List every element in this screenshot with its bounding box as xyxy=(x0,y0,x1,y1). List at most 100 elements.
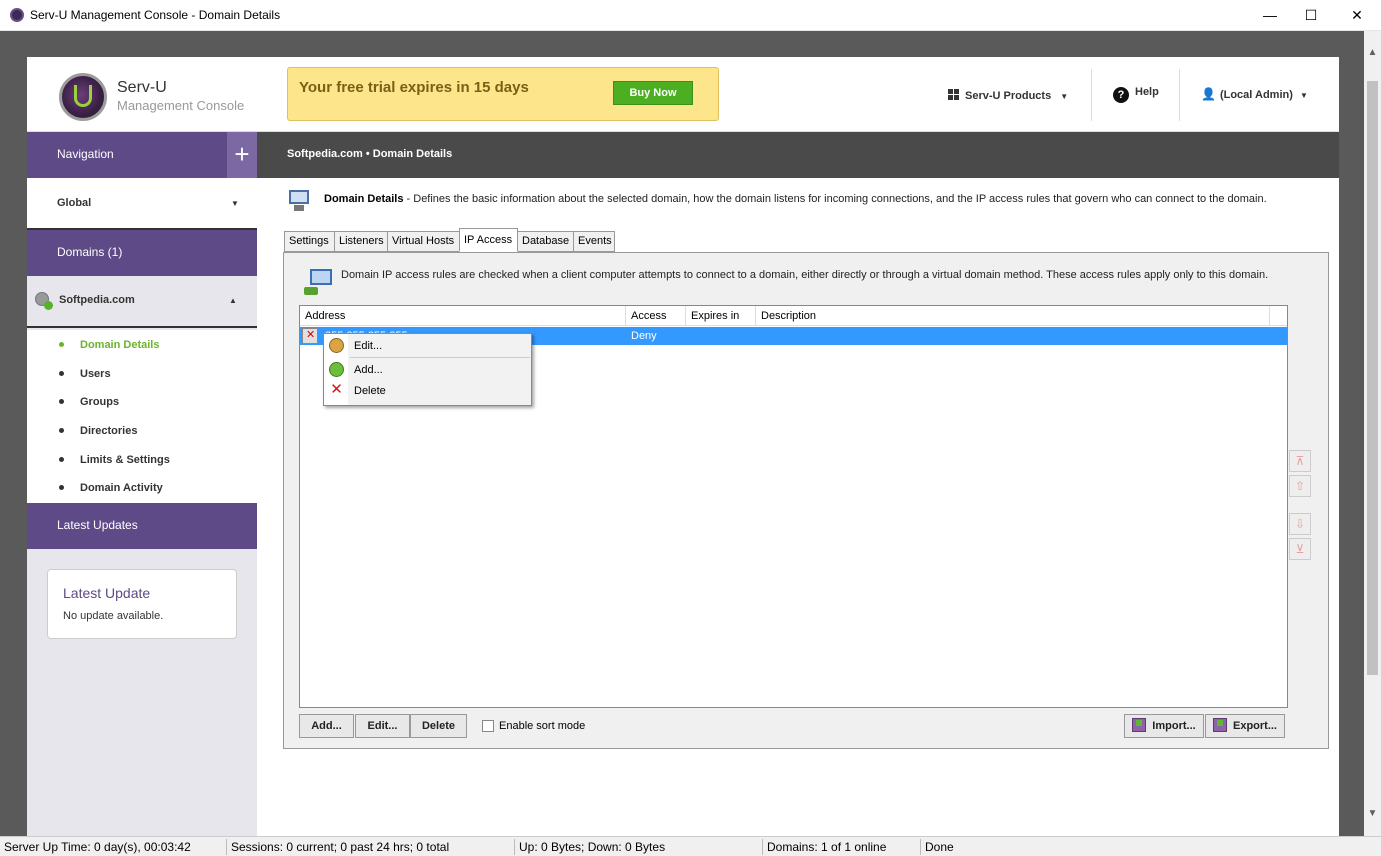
sort-mode-checkbox[interactable] xyxy=(482,720,494,732)
move-top-icon[interactable]: ⊼ xyxy=(1289,450,1311,472)
delete-icon: ✕ xyxy=(330,381,343,398)
bullet-icon xyxy=(59,342,64,347)
latest-updates-header[interactable]: Latest Updates xyxy=(27,503,257,549)
sort-mode-label: Enable sort mode xyxy=(499,720,586,732)
delete-button[interactable]: Delete xyxy=(410,714,467,738)
domains-header[interactable]: Domains (1) xyxy=(27,230,257,276)
user-menu[interactable]: 👤 (Local Admin) ▼ xyxy=(1201,87,1308,101)
chevron-down-icon: ▼ xyxy=(1060,92,1069,101)
scroll-up-icon[interactable]: ▲ xyxy=(1364,44,1381,61)
tab-ip-access[interactable]: IP Access xyxy=(459,228,518,252)
sidebar-item-users[interactable]: Users xyxy=(80,368,111,380)
column-expires[interactable]: Expires in xyxy=(686,306,756,326)
add-icon[interactable]: + xyxy=(227,132,257,178)
chevron-down-icon: ▼ xyxy=(1299,91,1308,100)
ip-access-description: Domain IP access rules are checked when … xyxy=(341,269,1269,281)
domains-label: Domains (1) xyxy=(57,245,123,259)
help-label: Help xyxy=(1135,86,1159,98)
tab-listeners[interactable]: Listeners xyxy=(334,231,388,252)
bullet-icon xyxy=(59,485,64,490)
domain-item-softpedia[interactable]: Softpedia.com ▲ xyxy=(27,276,257,328)
sidebar-item-directories[interactable]: Directories xyxy=(80,425,137,437)
move-bottom-icon[interactable]: ⊻ xyxy=(1289,538,1311,560)
window-title: Serv-U Management Console - Domain Detai… xyxy=(30,8,281,22)
trial-message: Your free trial expires in 15 days xyxy=(299,79,529,96)
sidebar-item-groups[interactable]: Groups xyxy=(80,396,119,408)
scroll-down-icon[interactable]: ▼ xyxy=(1364,805,1381,822)
maximize-button[interactable]: ☐ xyxy=(1288,0,1334,31)
buy-now-button[interactable]: Buy Now xyxy=(613,81,693,105)
latest-update-box: Latest Update No update available. xyxy=(47,569,237,639)
sidebar-item-limits-settings[interactable]: Limits & Settings xyxy=(80,454,170,466)
import-icon xyxy=(1132,718,1147,732)
domain-subnav: Domain Details Users Groups Directories … xyxy=(27,330,257,503)
tab-database[interactable]: Database xyxy=(517,231,574,252)
export-icon xyxy=(1212,718,1227,732)
chevron-up-icon: ▲ xyxy=(229,296,237,305)
status-sessions: Sessions: 0 current; 0 past 24 hrs; 0 to… xyxy=(231,840,450,854)
row-access: Deny xyxy=(631,330,657,342)
context-menu: Edit... Add... ✕ Delete xyxy=(323,333,532,406)
global-label: Global xyxy=(57,197,92,209)
tab-events[interactable]: Events xyxy=(573,231,615,252)
latest-updates-label: Latest Updates xyxy=(57,518,138,532)
domain-name: Softpedia.com xyxy=(59,294,135,306)
column-access[interactable]: Access xyxy=(626,306,686,326)
close-button[interactable]: ✕ xyxy=(1334,0,1380,31)
ip-access-panel: Domain IP access rules are checked when … xyxy=(283,252,1329,749)
menu-item-edit[interactable]: Edit... xyxy=(354,340,382,352)
header-divider xyxy=(1179,69,1180,121)
computer-icon xyxy=(285,190,311,212)
column-description[interactable]: Description xyxy=(756,306,1270,326)
app-icon xyxy=(10,8,24,22)
tab-settings[interactable]: Settings xyxy=(284,231,335,252)
vertical-scrollbar[interactable]: ▲ ▼ xyxy=(1364,31,1381,836)
navigation-label: Navigation xyxy=(57,147,114,161)
add-button[interactable]: Add... xyxy=(299,714,354,738)
edit-icon xyxy=(329,338,344,353)
products-menu[interactable]: Serv-U Products ▼ xyxy=(948,89,1068,102)
ip-rules-list[interactable]: Address Access Expires in Description 25… xyxy=(299,305,1288,708)
move-up-icon[interactable]: ⇧ xyxy=(1289,475,1311,497)
breadcrumb: Softpedia.com • Domain Details xyxy=(287,148,453,160)
menu-item-delete[interactable]: Delete xyxy=(354,385,386,397)
status-bar: Server Up Time: 0 day(s), 00:03:42 Sessi… xyxy=(0,836,1381,856)
page-description-text: - Defines the basic information about th… xyxy=(403,193,1267,205)
column-address[interactable]: Address xyxy=(300,306,626,326)
brand-subtitle: Management Console xyxy=(117,98,245,113)
brand-name: Serv-U xyxy=(117,79,167,96)
page-title: Domain Details xyxy=(324,193,404,205)
import-button[interactable]: Import... xyxy=(1124,714,1204,738)
serv-u-logo-icon xyxy=(59,73,107,121)
header-divider xyxy=(1091,69,1092,121)
bullet-icon xyxy=(59,371,64,376)
trial-banner: Your free trial expires in 15 days Buy N… xyxy=(287,67,719,121)
sidebar-item-domain-details[interactable]: Domain Details xyxy=(80,339,159,351)
tab-virtual-hosts[interactable]: Virtual Hosts xyxy=(387,231,460,252)
chevron-down-icon: ▼ xyxy=(231,199,239,208)
scroll-thumb[interactable] xyxy=(1367,81,1378,675)
page-description: Domain Details - Defines the basic infor… xyxy=(324,193,1324,205)
help-link[interactable]: ? Help xyxy=(1113,86,1159,103)
status-traffic: Up: 0 Bytes; Down: 0 Bytes xyxy=(519,840,666,854)
latest-update-text: No update available. xyxy=(63,610,164,622)
breadcrumb-bar: Softpedia.com • Domain Details xyxy=(257,132,1339,178)
network-computer-icon xyxy=(304,269,334,299)
export-button[interactable]: Export... xyxy=(1205,714,1285,738)
bullet-icon xyxy=(59,399,64,404)
deny-rule-icon xyxy=(302,328,318,344)
edit-button[interactable]: Edit... xyxy=(355,714,410,738)
help-icon: ? xyxy=(1113,87,1129,103)
status-divider xyxy=(226,839,227,855)
menu-item-add[interactable]: Add... xyxy=(354,364,383,376)
global-section[interactable]: Global ▼ xyxy=(27,178,257,230)
move-down-icon[interactable]: ⇩ xyxy=(1289,513,1311,535)
user-icon: 👤 xyxy=(1201,87,1216,101)
main-panel: Softpedia.com • Domain Details Domain De… xyxy=(257,132,1339,836)
console-page: Serv-U Management Console Your free tria… xyxy=(27,57,1339,836)
status-divider xyxy=(920,839,921,855)
menu-separator xyxy=(350,357,530,358)
sidebar-item-domain-activity[interactable]: Domain Activity xyxy=(80,482,163,494)
minimize-button[interactable]: — xyxy=(1247,0,1293,31)
status-divider xyxy=(514,839,515,855)
